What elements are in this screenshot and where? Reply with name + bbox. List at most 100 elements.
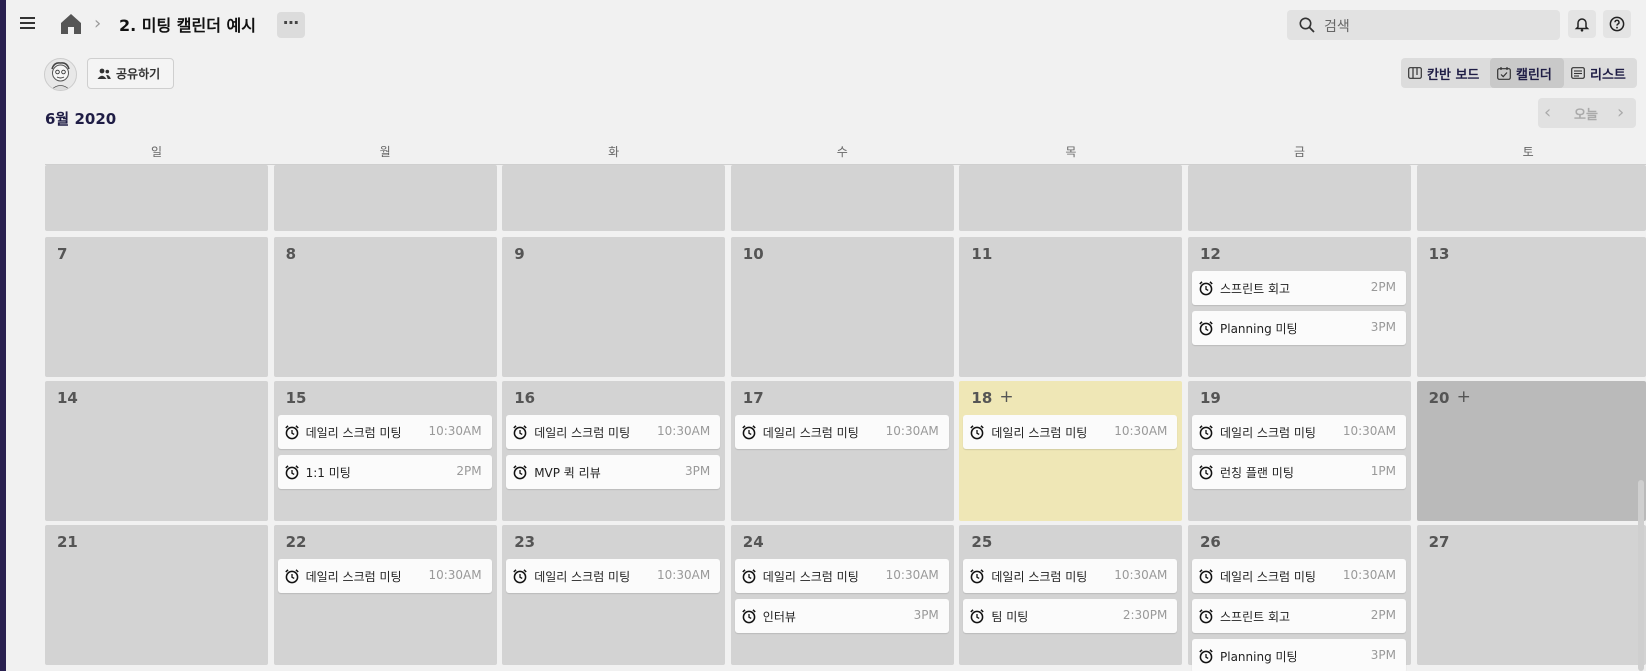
event-card[interactable]: 1:1 미팅 2PM <box>277 455 492 489</box>
calendar-day-cell[interactable]: 20 + <box>1416 381 1646 521</box>
menu-icon[interactable] <box>20 14 38 32</box>
calendar-day-cell[interactable]: 26 데일리 스크럼 미팅 10:30AM 스프린트 회고 2PM Planning 미팅… <box>1188 525 1411 671</box>
help-button[interactable] <box>1603 10 1631 38</box>
calendar-day-cell[interactable]: 8 <box>273 237 497 377</box>
calendar-day-cell[interactable]: 10 <box>730 237 954 377</box>
event-card[interactable]: MVP 퀵 리뷰 3PM <box>506 455 721 489</box>
search-icon <box>1299 17 1315 33</box>
event-time: 10:30AM <box>1114 424 1168 438</box>
event-title: 인터뷰 <box>762 610 796 624</box>
event-time: 10:30AM <box>428 568 482 582</box>
weekday-label: 월 <box>379 145 391 159</box>
event-card[interactable]: 데일리 스크럼 미팅 10:30AM <box>963 415 1178 449</box>
calendar-day-cell[interactable] <box>1188 165 1411 231</box>
weekday-label: 수 <box>836 145 848 159</box>
event-card[interactable]: 인터뷰 3PM <box>734 599 949 633</box>
calendar-day-cell[interactable]: 12 스프린트 회고 2PM Planning 미팅 3PM <box>1188 237 1411 377</box>
event-card[interactable]: Planning 미팅 3PM <box>1192 639 1406 671</box>
calendar-day-cell[interactable]: 7 <box>45 237 268 377</box>
home-icon[interactable] <box>58 12 84 36</box>
event-card[interactable]: 데일리 스크럼 미팅 10:30AM <box>506 559 721 593</box>
event-time: 10:30AM <box>428 424 482 438</box>
date-number: 25 <box>971 533 993 551</box>
date-number: 16 <box>514 389 536 407</box>
event-time: 2PM <box>1370 280 1396 294</box>
today-button[interactable]: 오늘 <box>1574 104 1598 123</box>
date-number: 9 <box>514 245 525 263</box>
calendar-day-cell[interactable]: 15 데일리 스크럼 미팅 10:30AM 1:1 미팅 2PM <box>273 381 497 521</box>
calendar-icon <box>1497 67 1511 80</box>
event-card[interactable]: 데일리 스크럼 미팅 10:30AM <box>1192 559 1406 593</box>
calendar-view-label: 캘린더 <box>1516 68 1552 83</box>
calendar-day-cell[interactable] <box>959 165 1183 231</box>
event-card[interactable]: 데일리 스크럼 미팅 10:30AM <box>963 559 1178 593</box>
calendar-day-cell[interactable]: 23 데일리 스크럼 미팅 10:30AM <box>502 525 726 665</box>
event-card[interactable]: 스프린트 회고 2PM <box>1192 271 1406 305</box>
calendar-day-cell[interactable]: 9 <box>502 237 726 377</box>
event-title: 1:1 미팅 <box>305 466 351 480</box>
date-number: 12 <box>1200 245 1221 263</box>
next-month-chevron-icon[interactable]: › <box>1617 102 1624 123</box>
calendar-day-cell[interactable]: 24 데일리 스크럼 미팅 10:30AM 인터뷰 3PM <box>730 525 954 665</box>
calendar-day-cell[interactable]: 11 <box>959 237 1183 377</box>
event-title: 스프린트 회고 <box>1220 282 1291 296</box>
calendar-day-cell[interactable]: 13 <box>1416 237 1646 377</box>
date-number: 19 <box>1200 389 1221 407</box>
prev-month-chevron-icon[interactable]: ‹ <box>1544 102 1551 123</box>
event-card[interactable]: 데일리 스크럼 미팅 10:30AM <box>506 415 721 449</box>
event-time: 3PM <box>1370 648 1396 662</box>
event-title: 런칭 플랜 미팅 <box>1220 466 1294 480</box>
event-card[interactable]: 데일리 스크럼 미팅 10:30AM <box>734 559 949 593</box>
event-time: 10:30AM <box>885 568 939 582</box>
event-card[interactable]: Planning 미팅 3PM <box>1192 311 1406 345</box>
event-title: 팀 미팅 <box>991 610 1029 624</box>
page-title[interactable]: 2. 미팅 캘린더 예시 <box>119 12 256 36</box>
add-event-plus-icon[interactable]: + <box>999 387 1013 407</box>
breadcrumb-chevron-icon: › <box>94 13 102 34</box>
calendar-view-button[interactable]: 캘린더 <box>1490 58 1564 88</box>
list-view-button[interactable]: 리스트 <box>1564 58 1637 88</box>
notification-bell-button[interactable] <box>1568 10 1596 38</box>
event-time: 10:30AM <box>1342 568 1396 582</box>
date-number: 18 <box>971 389 993 407</box>
date-number: 23 <box>514 533 536 551</box>
event-card[interactable]: 데일리 스크럼 미팅 10:30AM <box>734 415 949 449</box>
calendar-day-cell[interactable] <box>45 165 268 231</box>
calendar-day-cell[interactable]: 16 데일리 스크럼 미팅 10:30AM MVP 퀵 리뷰 3PM <box>502 381 726 521</box>
search-input[interactable]: 검색 <box>1287 10 1560 40</box>
event-time: 1PM <box>1370 464 1396 478</box>
vertical-scrollbar[interactable] <box>1638 480 1644 671</box>
calendar-day-cell[interactable] <box>1416 165 1646 231</box>
avatar[interactable] <box>44 58 77 91</box>
calendar-day-cell[interactable]: 22 데일리 스크럼 미팅 10:30AM <box>273 525 497 665</box>
more-options-button[interactable]: ⋯ <box>277 12 305 38</box>
event-title: 데일리 스크럼 미팅 <box>305 426 402 440</box>
calendar-day-cell[interactable]: 27 <box>1416 525 1646 665</box>
calendar-day-cell[interactable]: 19 데일리 스크럼 미팅 10:30AM 런칭 플랜 미팅 1PM <box>1188 381 1411 521</box>
event-title: 데일리 스크럼 미팅 <box>305 570 402 584</box>
event-card[interactable]: 데일리 스크럼 미팅 10:30AM <box>1192 415 1406 449</box>
date-number: 20 <box>1428 389 1450 407</box>
calendar-day-cell[interactable] <box>273 165 497 231</box>
event-card[interactable]: 런칭 플랜 미팅 1PM <box>1192 455 1406 489</box>
calendar-day-cell[interactable]: 18 + 데일리 스크럼 미팅 10:30AM <box>959 381 1183 521</box>
add-event-plus-icon[interactable]: + <box>1457 387 1471 407</box>
event-card[interactable]: 스프린트 회고 2PM <box>1192 599 1406 633</box>
calendar-day-cell[interactable] <box>502 165 726 231</box>
calendar-day-cell[interactable]: 25 데일리 스크럼 미팅 10:30AM 팀 미팅 2:30PM <box>959 525 1183 665</box>
left-edge-bar <box>0 0 6 671</box>
calendar-grid: 7 8 9 10 11 12 스프린트 회고 2PM Planning 미팅 3PM 13 14 15 데… <box>45 165 1646 671</box>
event-card[interactable]: 데일리 스크럼 미팅 10:30AM <box>277 415 492 449</box>
calendar-day-cell[interactable]: 17 데일리 스크럼 미팅 10:30AM <box>730 381 954 521</box>
event-title: 데일리 스크럼 미팅 <box>762 426 859 440</box>
kanban-view-button[interactable]: 칸반 보드 <box>1401 58 1490 88</box>
event-card[interactable]: 데일리 스크럼 미팅 10:30AM <box>277 559 492 593</box>
event-time: 3PM <box>913 608 939 622</box>
event-card[interactable]: 팀 미팅 2:30PM <box>963 599 1178 633</box>
view-switcher: 칸반 보드 캘린더 리스트 <box>1401 58 1637 88</box>
event-title: 데일리 스크럼 미팅 <box>1220 426 1316 440</box>
calendar-day-cell[interactable]: 14 <box>45 381 268 521</box>
calendar-day-cell[interactable] <box>730 165 954 231</box>
calendar-day-cell[interactable]: 21 <box>45 525 268 665</box>
share-button[interactable]: 공유하기 <box>87 58 174 89</box>
